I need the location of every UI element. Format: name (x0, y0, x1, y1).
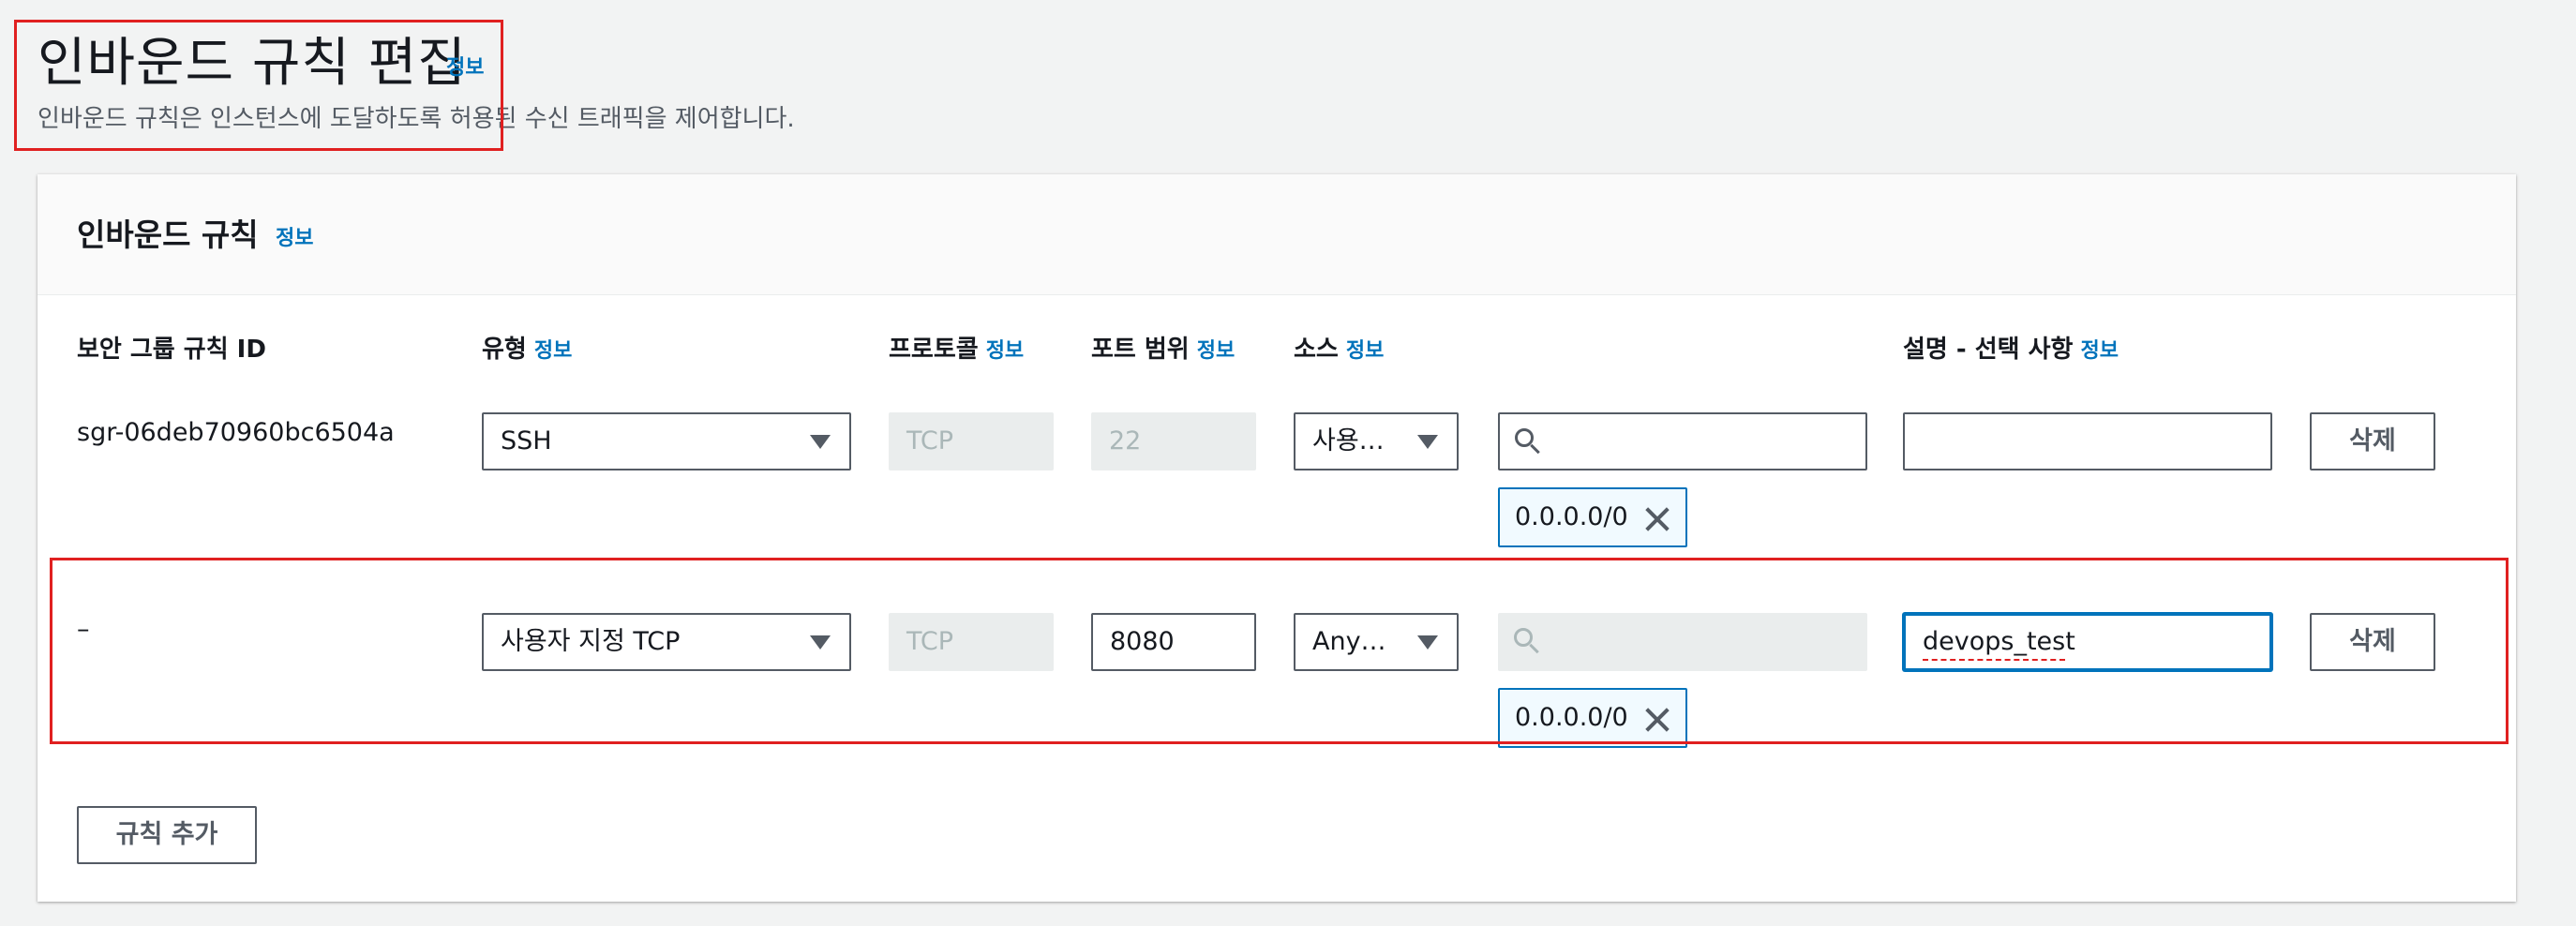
inbound-rules-panel: 인바운드 규칙 정보 보안 그룹 규칙 ID 유형 정보 프로토콜 정보 포트 범위… (37, 174, 2516, 902)
type-info-link[interactable]: 정보 (534, 339, 572, 363)
port-range-info-link[interactable]: 정보 (1197, 339, 1235, 363)
description-input[interactable] (1903, 412, 2272, 470)
column-header-port-range: 포트 범위 정보 (1091, 330, 1235, 365)
column-label: 유형 (482, 336, 527, 364)
source-type-select[interactable]: 사용… (1294, 412, 1459, 470)
rule-id-cell: sgr-06deb70960bc6504a (77, 418, 395, 447)
panel-title: 인바운드 규칙 (77, 217, 259, 253)
panel-info-link[interactable]: 정보 (276, 221, 313, 251)
close-icon[interactable] (1644, 506, 1670, 532)
column-label: 소스 (1294, 336, 1339, 364)
protocol-field: TCP (889, 412, 1054, 470)
column-header-rule-id: 보안 그룹 규칙 ID (77, 330, 266, 365)
add-rule-button[interactable]: 규칙 추가 (77, 806, 257, 864)
search-icon (1515, 428, 1534, 447)
caret-down-icon (1417, 435, 1438, 449)
caret-down-icon (810, 435, 831, 449)
column-label: 포트 범위 (1091, 336, 1190, 364)
cidr-token-label: 0.0.0.0/0 (1515, 502, 1628, 531)
column-label: 프로토콜 (889, 336, 979, 364)
type-select-value: SSH (501, 426, 552, 456)
column-header-type: 유형 정보 (482, 330, 572, 365)
column-label: 설명 - 선택 사항 (1903, 336, 2074, 364)
type-select[interactable]: SSH (482, 412, 851, 470)
column-label: 보안 그룹 규칙 ID (77, 336, 266, 364)
description-info-link[interactable]: 정보 (2080, 339, 2118, 363)
column-header-description: 설명 - 선택 사항 정보 (1903, 330, 2119, 365)
source-search-input[interactable] (1498, 412, 1867, 470)
column-header-protocol: 프로토콜 정보 (889, 330, 1024, 365)
new-rule-highlight-box (50, 558, 2509, 744)
protocol-info-link[interactable]: 정보 (986, 339, 1024, 363)
header-highlight-box (14, 20, 503, 151)
source-info-link[interactable]: 정보 (1346, 339, 1384, 363)
column-header-source: 소스 정보 (1294, 330, 1384, 365)
panel-header: 인바운드 규칙 정보 (37, 174, 2516, 295)
port-range-field: 22 (1091, 412, 1256, 470)
source-type-value: 사용… (1312, 426, 1385, 456)
cidr-token: 0.0.0.0/0 (1498, 487, 1687, 547)
delete-button[interactable]: 삭제 (2310, 412, 2435, 470)
